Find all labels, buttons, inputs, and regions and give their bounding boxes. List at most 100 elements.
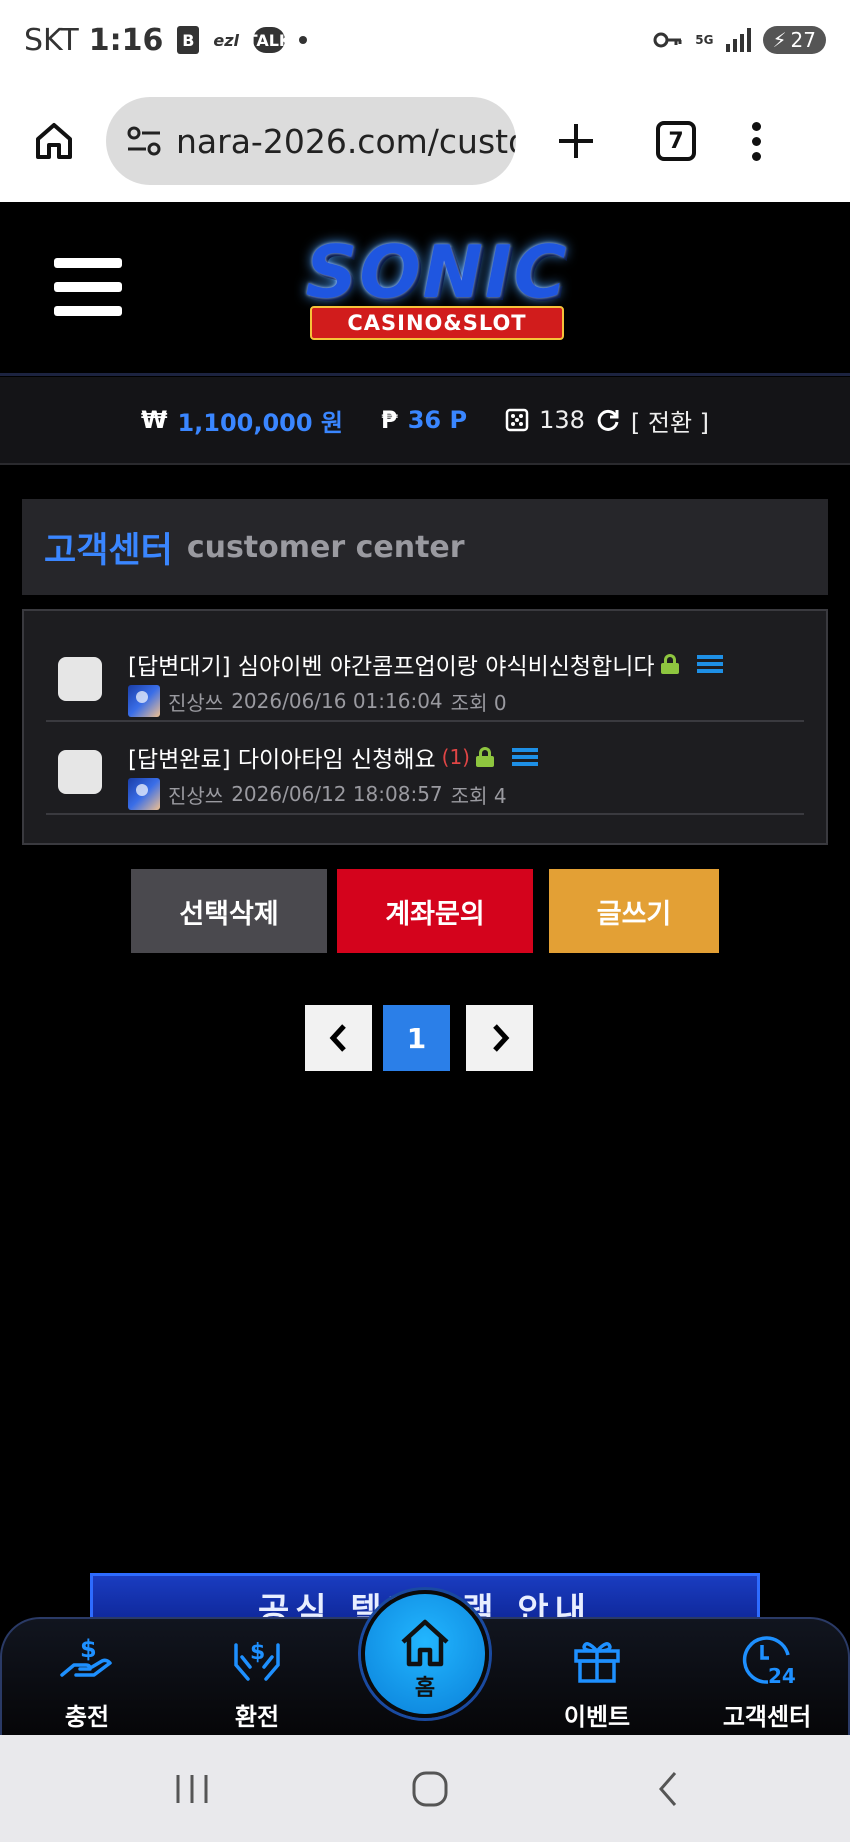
panel-title: 고객센터 customer center — [22, 499, 828, 595]
carrier-label: SKT — [24, 22, 79, 58]
nav-support-label: 고객센터 — [722, 1703, 812, 1731]
logo-main-text: SONIC — [305, 230, 569, 314]
nav-exchange[interactable]: $ 환전 — [192, 1619, 322, 1737]
post-checkbox[interactable] — [58, 657, 102, 701]
action-buttons: 선택삭제 계좌문의 글쓰기 — [0, 869, 850, 953]
post-checkbox[interactable] — [58, 750, 102, 794]
prev-page-button[interactable] — [305, 1005, 372, 1071]
support-24-icon: 24 — [742, 1636, 796, 1688]
charging-icon: ⚡ — [772, 28, 787, 52]
system-nav-bar — [0, 1735, 850, 1842]
nav-home-label: 홈 — [414, 1676, 436, 1701]
avatar — [128, 778, 160, 810]
refresh-icon[interactable] — [595, 407, 621, 433]
list-icon — [696, 655, 723, 673]
post-title-line[interactable]: [답변대기] 심야이벤 야간콤프업이랑 야식비신청합니다 — [128, 647, 723, 681]
dice-icon — [505, 408, 529, 432]
home-icon — [401, 1619, 449, 1667]
post-author: 진상쓰 — [168, 690, 224, 715]
circle-home-icon — [412, 1771, 448, 1807]
status-bar: SKT 1:16 B ezl TALK 5G ⚡ 27 — [0, 0, 850, 80]
page-subtitle: customer center — [186, 529, 465, 565]
nav-event-label: 이벤트 — [563, 1703, 631, 1731]
deposit-icon: $ — [60, 1635, 112, 1677]
page-number-current[interactable]: 1 — [383, 1005, 450, 1071]
avatar — [128, 685, 160, 717]
post-meta: 진상쓰 2026/06/16 01:16:04 조회 0 — [128, 685, 507, 717]
post-author: 진상쓰 — [168, 783, 224, 808]
point-balance: 36 P — [407, 406, 468, 434]
list-item[interactable]: [답변대기] 심야이벤 야간콤프업이랑 야식비신청합니다 진상쓰 2026/06… — [46, 629, 804, 722]
account-inquiry-button[interactable]: 계좌문의 — [337, 869, 533, 953]
url-text: nara-2026.com/custo — [176, 121, 516, 161]
pagination: 1 — [0, 1005, 850, 1071]
hamburger-menu-icon[interactable] — [54, 258, 122, 330]
talk-app-icon: TALK — [247, 27, 291, 53]
post-meta: 진상쓰 2026/06/12 18:08:57 조회 4 — [128, 778, 507, 810]
b-app-icon: B — [177, 26, 200, 54]
notification-dot-icon — [299, 36, 307, 44]
point-icon: ₱ — [381, 406, 398, 434]
recent-apps-button[interactable] — [162, 1759, 222, 1819]
svg-text:$: $ — [80, 1635, 97, 1663]
logo-sub-text: CASINO&SLOT — [310, 306, 564, 340]
convert-button[interactable]: [ 전환 ] — [631, 403, 709, 438]
browser-home-button[interactable] — [14, 101, 94, 181]
post-views: 조회 0 — [450, 690, 507, 715]
site-logo[interactable]: SONIC CASINO&SLOT — [278, 230, 596, 348]
clock: 1:16 — [88, 22, 164, 58]
tab-count: 7 — [668, 128, 684, 154]
nav-support[interactable]: 24 고객센터 — [702, 1619, 832, 1737]
chevron-right-icon — [492, 1024, 509, 1052]
svg-text:$: $ — [250, 1640, 265, 1665]
list-icon — [512, 748, 538, 766]
post-views: 조회 4 — [450, 783, 507, 808]
tab-switcher-button[interactable]: 7 — [656, 121, 696, 161]
withdraw-icon: $ — [234, 1640, 280, 1681]
post-datetime: 2026/06/16 01:16:04 — [231, 689, 443, 713]
ezl-app-icon: ezl — [213, 30, 239, 50]
back-chevron-icon — [659, 1772, 677, 1806]
battery-level: 27 — [790, 28, 816, 52]
battery-indicator: ⚡ 27 — [762, 26, 826, 54]
post-title-line[interactable]: [답변완료] 다이아타임 신청해요 (1) — [128, 740, 538, 774]
site-header: SONIC CASINO&SLOT — [0, 202, 850, 376]
lock-icon — [660, 654, 679, 674]
browser-toolbar: nara-2026.com/custo 7 — [0, 80, 850, 202]
browser-menu-button[interactable] — [746, 121, 766, 161]
nav-exchange-label: 환전 — [234, 1703, 280, 1731]
recent-apps-icon — [176, 1775, 208, 1803]
site-settings-icon[interactable] — [124, 121, 164, 161]
network-type: 5G — [695, 33, 714, 47]
nav-charge[interactable]: $ 충전 — [22, 1619, 152, 1737]
address-bar[interactable]: nara-2026.com/custo — [106, 97, 516, 185]
plus-icon — [559, 124, 593, 158]
next-page-button[interactable] — [466, 1005, 533, 1071]
key-icon — [653, 32, 682, 48]
won-balance: 1,100,000 원 — [177, 408, 344, 437]
won-icon: ₩ — [140, 406, 168, 434]
new-tab-button[interactable] — [546, 111, 606, 171]
post-title[interactable]: [답변완료] 다이아타임 신청해요 — [128, 740, 436, 774]
status-right: 5G ⚡ 27 — [653, 26, 826, 54]
lock-icon — [476, 747, 494, 767]
nav-event[interactable]: 이벤트 — [532, 1619, 662, 1737]
nav-home[interactable]: 홈 — [361, 1590, 489, 1718]
chevron-left-icon — [329, 1024, 346, 1052]
comment-count: (1) — [441, 745, 470, 769]
signal-icon — [725, 28, 751, 52]
post-list: [답변대기] 심야이벤 야간콤프업이랑 야식비신청합니다 진상쓰 2026/06… — [22, 609, 828, 845]
post-datetime: 2026/06/12 18:08:57 — [231, 782, 443, 806]
home-icon — [36, 123, 72, 159]
page-title: 고객센터 — [44, 530, 173, 571]
delete-selected-button[interactable]: 선택삭제 — [131, 869, 327, 953]
ticket-count: 138 — [539, 406, 585, 434]
balance-bar: ₩ 1,100,000 원 ₱ 36 P 138 [ 전환 ] — [0, 377, 850, 465]
nav-charge-label: 충전 — [64, 1703, 110, 1731]
back-button[interactable] — [638, 1759, 698, 1819]
svg-text:24: 24 — [768, 1664, 796, 1688]
list-item[interactable]: [답변완료] 다이아타임 신청해요 (1) 진상쓰 2026/06/12 18:… — [46, 722, 804, 815]
write-post-button[interactable]: 글쓰기 — [549, 869, 719, 953]
system-home-button[interactable] — [400, 1759, 460, 1819]
post-title[interactable]: [답변대기] 심야이벤 야간콤프업이랑 야식비신청합니다 — [128, 647, 655, 681]
